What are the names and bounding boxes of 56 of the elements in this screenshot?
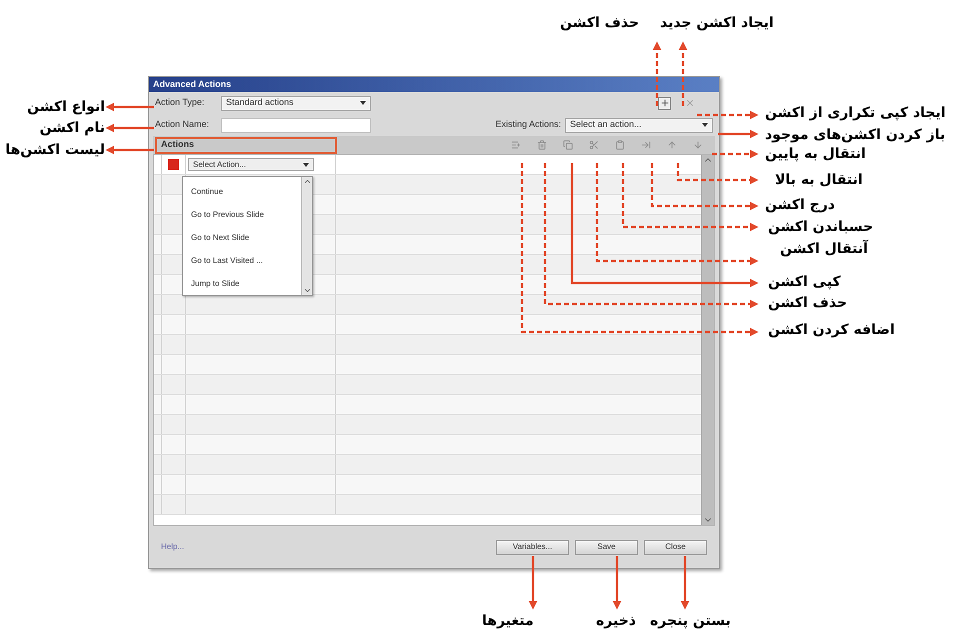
menu-item[interactable]: Go to Last Visited ... <box>183 249 301 272</box>
callout-arrow <box>105 102 154 112</box>
callout-label: حذف اکشن <box>560 14 640 32</box>
callout-label: آنتقال اکشن <box>780 240 868 258</box>
callout-arrow <box>105 146 154 154</box>
callout-label: ذخیره <box>596 612 636 630</box>
callout-arrow <box>105 124 154 132</box>
field-label: Action Type: <box>155 96 206 110</box>
callout-arrow <box>678 41 688 106</box>
menu-item[interactable]: Go to Next Slide <box>183 226 301 249</box>
callout-label: بستن پنجره <box>650 612 731 630</box>
variables-button[interactable]: Variables... <box>496 540 569 554</box>
caret-icon <box>303 162 309 166</box>
callout-label: انتقال به پایین <box>765 145 866 163</box>
menu-item[interactable]: Jump to Slide <box>183 272 301 295</box>
scrollbar[interactable] <box>701 155 714 525</box>
existing-actions-dropdown[interactable]: Select an action... <box>565 118 713 132</box>
actions-header: Actions <box>155 136 337 154</box>
save-button[interactable]: Save <box>575 540 638 554</box>
callout-label: انتقال به بالا <box>775 171 863 189</box>
menu-item[interactable]: Continue <box>183 180 301 203</box>
callout-label: متغیرها <box>482 612 534 630</box>
callout-label: نام اکشن <box>40 119 105 137</box>
callout-arrow <box>712 150 759 158</box>
callout-arrow <box>528 556 538 610</box>
window-title: Advanced Actions <box>153 80 232 89</box>
field-label: Action Name: <box>155 118 210 132</box>
add-icon[interactable] <box>658 96 671 110</box>
callout-label: لیست اکشن‌ها <box>5 141 105 159</box>
callout-label: اضافه کردن اکشن <box>768 321 895 339</box>
callout-arrow <box>680 556 690 610</box>
caret-icon <box>360 101 366 105</box>
callout-label: انواع اکشن <box>27 98 105 116</box>
callout-label: کپی اکشن <box>768 273 841 291</box>
callout-arrow <box>612 556 622 610</box>
status-square-icon <box>168 159 179 170</box>
field-label: Existing Actions: <box>495 118 561 132</box>
menu-item[interactable]: Go to Previous Slide <box>183 203 301 226</box>
callout-arrow <box>718 130 759 138</box>
help-link[interactable]: Help... <box>161 541 184 553</box>
callout-arrow <box>652 41 662 106</box>
menu-scrollbar[interactable] <box>301 177 312 295</box>
action-name-field[interactable] <box>221 118 371 132</box>
callout-label: باز کردن اکشن‌های موجود <box>765 126 946 144</box>
callout-label: ایجاد اکشن جدید <box>660 14 774 32</box>
caret-icon <box>702 123 708 127</box>
scroll-up-icon[interactable] <box>302 177 312 186</box>
callout-label: حسباندن اکشن <box>768 218 874 236</box>
callout-label: ایجاد کپی تکراری از اکشن <box>765 104 946 122</box>
close-button[interactable]: Close <box>644 540 707 554</box>
callout-arrow <box>697 110 759 120</box>
callout-label: حذف اکشن <box>768 294 848 312</box>
action-type-dropdown[interactable]: Standard actions <box>221 96 371 110</box>
scroll-down-icon[interactable] <box>302 286 312 295</box>
select-action-dropdown[interactable]: Select Action... <box>188 158 314 171</box>
callout-label: درج اکشن <box>765 196 835 214</box>
